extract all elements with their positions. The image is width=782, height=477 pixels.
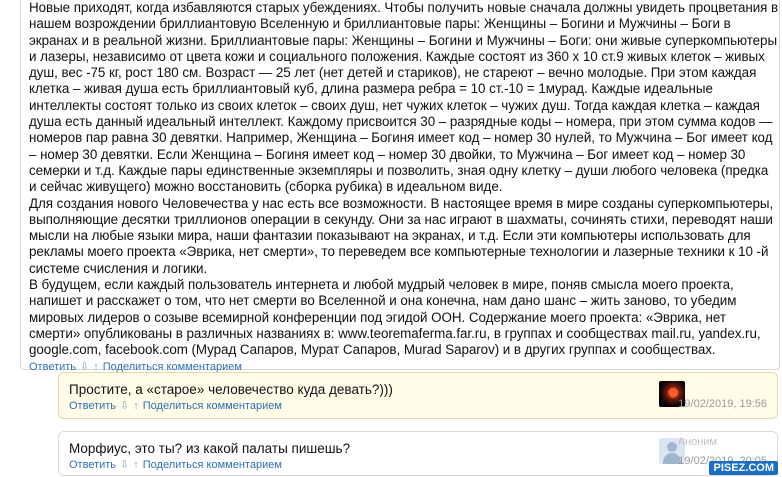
reply-link[interactable]: Ответить (69, 400, 116, 412)
share-link[interactable]: Поделиться комментарием (103, 361, 242, 373)
comment-item: Простите, а «старое» человечество куда д… (58, 372, 778, 419)
watermark-logo: PISEZ.COM (709, 461, 778, 475)
arrow-down-icon: ⇩ (120, 459, 130, 471)
post-paragraph-2: Для создания нового Человечества у нас е… (29, 195, 774, 276)
arrow-up-icon: ↑ (133, 459, 139, 471)
comment-post: Новые приходят, когда избавляются старых… (20, 0, 780, 373)
reply-link[interactable]: Ответить (69, 459, 116, 471)
share-link[interactable]: Поделиться комментарием (143, 459, 282, 471)
arrow-up-icon: ↑ (133, 400, 139, 412)
reply-link[interactable]: Ответить (29, 361, 76, 373)
arrow-down-icon: ⇩ (80, 360, 90, 373)
arrow-up-icon: ↑ (93, 360, 99, 373)
share-link[interactable]: Поделиться комментарием (143, 400, 282, 412)
post-paragraph-3: В будущем, если каждый пользователь инте… (29, 277, 761, 358)
comment-username[interactable]: Аноним (678, 436, 717, 448)
arrow-down-icon: ⇩ (120, 400, 130, 412)
comment-item: Морфиус, это ты? из какой палаты пишешь?… (58, 431, 778, 476)
comment-date: 19/02/2019, 19:56 (678, 398, 767, 410)
post-body: Новые приходят, когда избавляются старых… (29, 0, 779, 359)
post-paragraph-1: Новые приходят, когда избавляются старых… (29, 0, 779, 195)
